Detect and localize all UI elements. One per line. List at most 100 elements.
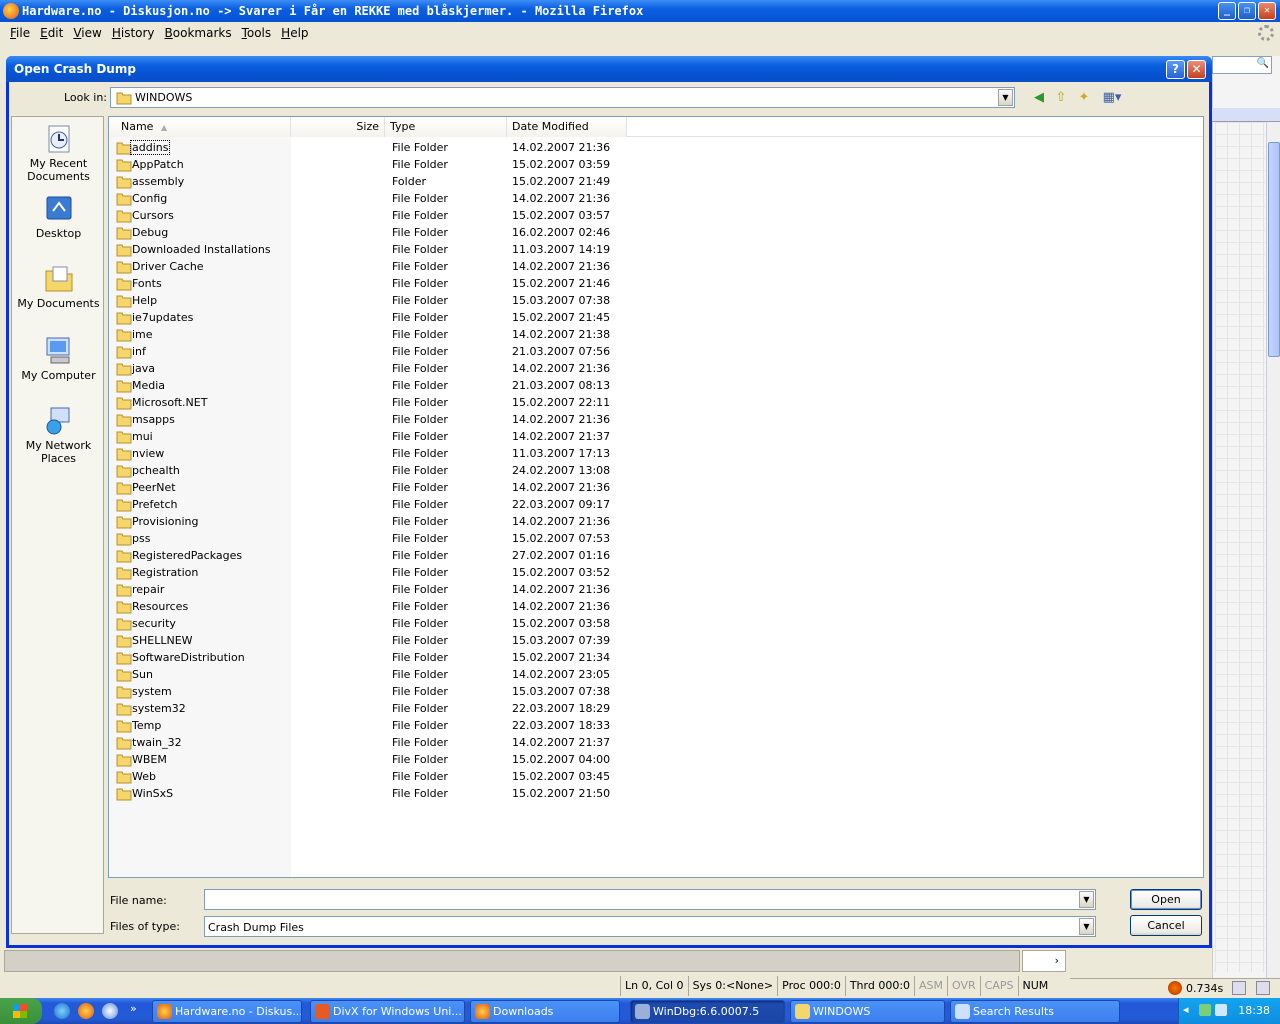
file-row[interactable]: Fonts File Folder 15.02.2007 21:46 bbox=[109, 275, 709, 292]
task-downloads[interactable]: Downloads bbox=[470, 1000, 620, 1023]
look-in-combobox[interactable]: WINDOWS ▼ bbox=[110, 87, 1015, 108]
chevron-left-icon[interactable]: ◂ bbox=[1183, 1003, 1189, 1016]
file-row[interactable]: Microsoft.NET File Folder 15.02.2007 22:11 bbox=[109, 394, 709, 411]
file-row[interactable]: system32 File Folder 22.03.2007 18:29 bbox=[109, 700, 709, 717]
file-row[interactable]: PeerNet File Folder 14.02.2007 21:36 bbox=[109, 479, 709, 496]
cancel-button[interactable]: Cancel bbox=[1130, 915, 1202, 936]
file-row[interactable]: Prefetch File Folder 22.03.2007 09:17 bbox=[109, 496, 709, 513]
file-row[interactable]: SoftwareDistribution File Folder 15.02.200… bbox=[109, 649, 709, 666]
file-row[interactable]: Temp File Folder 22.03.2007 18:33 bbox=[109, 717, 709, 734]
file-date: 15.02.2007 04:00 bbox=[512, 753, 611, 766]
file-row[interactable]: ie7updates File Folder 15.02.2007 21:45 bbox=[109, 309, 709, 326]
file-row[interactable]: nview File Folder 11.03.2007 17:13 bbox=[109, 445, 709, 462]
menu-view[interactable]: View bbox=[68, 26, 106, 40]
file-row[interactable]: system File Folder 15.03.2007 07:38 bbox=[109, 683, 709, 700]
file-row[interactable]: WBEM File Folder 15.02.2007 04:00 bbox=[109, 751, 709, 768]
start-button[interactable] bbox=[0, 998, 42, 1024]
place-my-computer[interactable]: My Computer bbox=[12, 335, 105, 382]
column-type[interactable]: Type bbox=[385, 117, 507, 137]
file-row[interactable]: twain_32 File Folder 14.02.2007 21:37 bbox=[109, 734, 709, 751]
file-row[interactable]: Sun File Folder 14.02.2007 23:05 bbox=[109, 666, 709, 683]
close-button[interactable]: ✕ bbox=[1258, 2, 1276, 20]
file-row[interactable]: Config File Folder 14.02.2007 21:36 bbox=[109, 190, 709, 207]
file-row[interactable]: ime File Folder 14.02.2007 21:38 bbox=[109, 326, 709, 343]
file-row[interactable]: Driver Cache File Folder 14.02.2007 21:36 bbox=[109, 258, 709, 275]
file-row[interactable]: Resources File Folder 14.02.2007 21:36 bbox=[109, 598, 709, 615]
new-folder-icon[interactable]: ✦ bbox=[1075, 89, 1093, 107]
menu-bookmarks[interactable]: Bookmarks bbox=[160, 26, 237, 40]
task-windbg[interactable]: WinDbg:6.6.0007.5 bbox=[630, 1000, 785, 1023]
file-row[interactable]: Downloaded Installations File Folder 11.03… bbox=[109, 241, 709, 258]
file-row[interactable]: assembly Folder 15.02.2007 21:49 bbox=[109, 173, 709, 190]
file-row[interactable]: repair File Folder 14.02.2007 21:36 bbox=[109, 581, 709, 598]
file-row[interactable]: mui File Folder 14.02.2007 21:37 bbox=[109, 428, 709, 445]
task-firefox[interactable]: Hardware.no - Diskus... bbox=[152, 1000, 302, 1023]
place-recent-documents[interactable]: My Recent Documents bbox=[12, 123, 105, 183]
menu-edit[interactable]: Edit bbox=[35, 26, 68, 40]
file-name-input[interactable]: ▼ bbox=[204, 889, 1096, 910]
file-row[interactable]: pss File Folder 15.02.2007 07:53 bbox=[109, 530, 709, 547]
search-icon[interactable]: 🔍 bbox=[1257, 58, 1269, 69]
file-row[interactable]: security File Folder 15.02.2007 03:58 bbox=[109, 615, 709, 632]
menu-help[interactable]: Help bbox=[276, 26, 313, 40]
chevron-down-icon[interactable]: ▼ bbox=[998, 89, 1013, 106]
file-row[interactable]: SHELLNEW File Folder 15.03.2007 07:39 bbox=[109, 632, 709, 649]
file-row[interactable]: Provisioning File Folder 14.02.2007 21:36 bbox=[109, 513, 709, 530]
file-row[interactable]: inf File Folder 21.03.2007 07:56 bbox=[109, 343, 709, 360]
app-icon[interactable] bbox=[102, 1003, 118, 1019]
tray-icon[interactable] bbox=[1199, 1004, 1211, 1016]
file-row[interactable]: Help File Folder 15.03.2007 07:38 bbox=[109, 292, 709, 309]
close-button[interactable]: ✕ bbox=[1187, 60, 1206, 79]
chevron-right-icon[interactable]: » bbox=[130, 1002, 137, 1015]
tray-icon[interactable] bbox=[1215, 1004, 1227, 1016]
download-icon[interactable] bbox=[1168, 981, 1182, 995]
status-line-col: Ln 0, Col 0 bbox=[620, 976, 688, 996]
file-row[interactable]: pchealth File Folder 24.02.2007 13:08 bbox=[109, 462, 709, 479]
folder-icon bbox=[116, 635, 132, 648]
file-row[interactable]: Web File Folder 15.02.2007 03:45 bbox=[109, 768, 709, 785]
file-row[interactable]: Registration File Folder 15.02.2007 03:52 bbox=[109, 564, 709, 581]
file-row[interactable]: Debug File Folder 16.02.2007 02:46 bbox=[109, 224, 709, 241]
firefox-icon[interactable] bbox=[78, 1003, 94, 1019]
chevron-down-icon[interactable]: ▼ bbox=[1079, 891, 1094, 908]
menu-tools[interactable]: Tools bbox=[237, 26, 277, 40]
help-button[interactable]: ? bbox=[1166, 60, 1185, 79]
file-row[interactable]: addins File Folder 14.02.2007 21:36 bbox=[109, 139, 709, 156]
scrollbar-thumb[interactable] bbox=[1268, 142, 1280, 357]
task-search-results[interactable]: Search Results bbox=[950, 1000, 1120, 1023]
column-name[interactable]: Name ▲ bbox=[109, 117, 291, 137]
task-windows-folder[interactable]: WINDOWS bbox=[790, 1000, 945, 1023]
menu-history[interactable]: History bbox=[107, 26, 160, 40]
windbg-scroll-right[interactable]: › bbox=[1022, 950, 1066, 972]
status-icon[interactable] bbox=[1232, 981, 1246, 995]
file-row[interactable]: msapps File Folder 14.02.2007 21:36 bbox=[109, 411, 709, 428]
file-name: Debug bbox=[132, 226, 169, 239]
ie-icon[interactable] bbox=[54, 1003, 70, 1019]
view-menu-icon[interactable]: ▦▾ bbox=[1099, 89, 1125, 107]
column-date[interactable]: Date Modified bbox=[507, 117, 627, 137]
menu-file[interactable]: File bbox=[5, 26, 35, 40]
place-desktop[interactable]: Desktop bbox=[12, 193, 105, 240]
chevron-down-icon[interactable]: ▼ bbox=[1079, 918, 1094, 935]
file-row[interactable]: AppPatch File Folder 15.02.2007 03:59 bbox=[109, 156, 709, 173]
file-type-select[interactable]: Crash Dump Files ▼ bbox=[204, 916, 1096, 937]
file-row[interactable]: RegisteredPackages File Folder 27.02.2007 … bbox=[109, 547, 709, 564]
file-row[interactable]: WinSxS File Folder 15.02.2007 21:50 bbox=[109, 785, 709, 802]
place-my-documents[interactable]: My Documents bbox=[12, 263, 105, 310]
file-type: File Folder bbox=[392, 158, 448, 171]
place-network[interactable]: My Network Places bbox=[12, 405, 105, 465]
status-icon[interactable] bbox=[1256, 981, 1270, 995]
firefox-search-box[interactable]: 🔍 bbox=[1212, 56, 1272, 74]
column-size[interactable]: Size bbox=[291, 117, 385, 137]
file-list[interactable]: Name ▲ Size Type Date Modified addins Fil… bbox=[108, 116, 1204, 878]
minimize-button[interactable]: _ bbox=[1218, 2, 1236, 20]
restore-button[interactable]: ❐ bbox=[1238, 2, 1256, 20]
file-row[interactable]: java File Folder 14.02.2007 21:36 bbox=[109, 360, 709, 377]
task-divx[interactable]: DivX for Windows Uni... bbox=[310, 1000, 465, 1023]
file-row[interactable]: Media File Folder 21.03.2007 08:13 bbox=[109, 377, 709, 394]
back-icon[interactable]: ◀ bbox=[1030, 89, 1048, 107]
firefox-scrollbar[interactable] bbox=[1266, 122, 1280, 978]
up-folder-icon[interactable]: ⇧ bbox=[1052, 89, 1070, 107]
file-row[interactable]: Cursors File Folder 15.02.2007 03:57 bbox=[109, 207, 709, 224]
open-button[interactable]: Open bbox=[1130, 889, 1202, 910]
